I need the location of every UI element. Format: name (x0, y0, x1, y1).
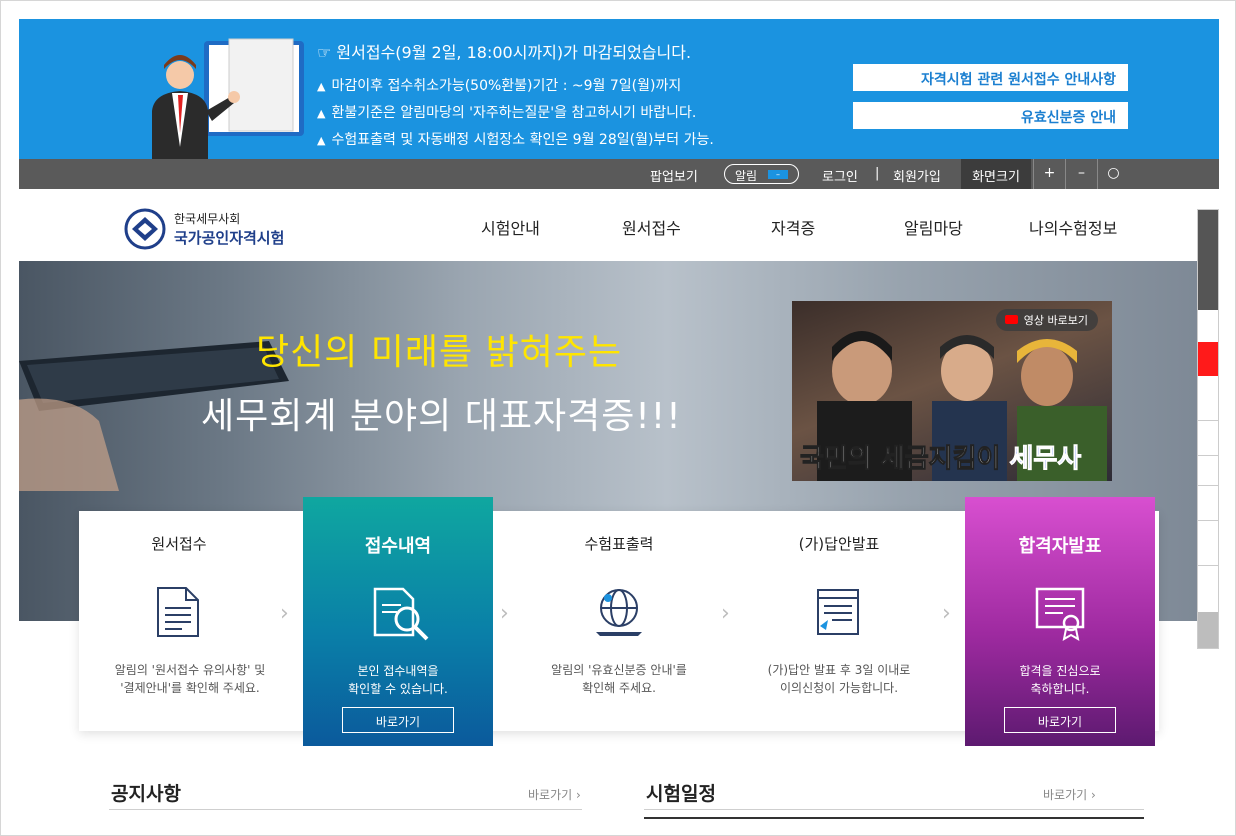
valid-id-guide-button[interactable]: 유효신분증 안내 (853, 102, 1128, 129)
schedule-more-link[interactable]: 바로가기 › (1043, 786, 1096, 803)
video-caption: 국민의 세금지킴이 세무사 (799, 444, 1082, 475)
popup-view-link[interactable]: 팝업보기 (650, 166, 698, 185)
card-pass-announcement[interactable]: 합격자발표 합격을 진심으로 축하합니다. 바로가기 (965, 497, 1155, 746)
logo-org-name: 한국세무사회 (174, 212, 241, 226)
nav-certificate[interactable]: 자격증 (771, 215, 815, 239)
notice-bullet: ▲ 마감이후 접수취소가능(50%환불)기간 : ~9월 7일(월)까지 (317, 78, 682, 94)
hero-headline-1: 당신의 미래를 밝혀주는 (256, 332, 623, 373)
utility-bar: 팝업보기 알림 – 로그인 | 회원가입 화면크기 + – ○ (19, 159, 1219, 189)
chevron-right-icon: › (721, 601, 730, 626)
zoom-out-button[interactable]: – (1065, 159, 1097, 189)
card-admission-ticket-desc: 알림의 '유효신분증 안내'를 확인해 주세요. (551, 663, 687, 695)
card-receipt-history[interactable]: 접수내역 본인 접수내역을 확인할 수 있습니다. 바로가기 (303, 497, 493, 746)
answer-sheet-icon (817, 589, 859, 635)
zoom-in-button[interactable]: + (1033, 159, 1065, 189)
page-frame: ☞ 원서접수(9월 2일, 18:00시까지)가 마감되었습니다. ▲ 마감이후 … (0, 0, 1236, 836)
triangle-icon: ▲ (317, 80, 326, 93)
alarm-toggle[interactable]: 알림 – (724, 164, 799, 184)
search-document-icon (373, 587, 429, 641)
card-answer-release-desc: (가)답안 발표 후 3일 이내로 이의신청이 가능합니다. (767, 663, 911, 695)
alarm-switch: – (768, 170, 788, 179)
chevron-right-icon: › (500, 601, 509, 626)
util-separator: | (875, 166, 880, 181)
card-application[interactable]: 원서접수 (79, 533, 279, 554)
card-admission-ticket[interactable]: 수험표출력 (509, 533, 729, 554)
presenter-illustration (152, 38, 304, 159)
notices-divider (109, 809, 582, 810)
nav-application[interactable]: 원서접수 (622, 215, 681, 239)
quick-menu-edge[interactable] (1197, 209, 1219, 649)
notice-banner: ☞ 원서접수(9월 2일, 18:00시까지)가 마감되었습니다. ▲ 마감이후 … (19, 19, 1219, 159)
promo-video-thumbnail[interactable]: 영상 바로보기 국민의 세금지킴이 세무사 (792, 301, 1112, 481)
hero-headline-2: 세무회계 분야의 대표자격증!!! (201, 396, 682, 437)
schedule-divider (644, 809, 1144, 810)
watch-video-badge[interactable]: 영상 바로보기 (995, 309, 1098, 331)
globe-laptop-icon (596, 589, 642, 636)
login-link[interactable]: 로그인 (822, 166, 858, 185)
receipt-history-go-button[interactable]: 바로가기 (342, 707, 454, 733)
nav-my-exam-info[interactable]: 나의수험정보 (1029, 215, 1117, 239)
triangle-icon: ▲ (317, 107, 326, 120)
notices-more-link[interactable]: 바로가기 › (528, 786, 581, 803)
pass-announcement-go-button[interactable]: 바로가기 (1004, 707, 1116, 733)
zoom-reset-button[interactable]: ○ (1097, 159, 1129, 189)
notice-headline: ☞ 원서접수(9월 2일, 18:00시까지)가 마감되었습니다. (317, 43, 692, 62)
chevron-right-icon: › (280, 601, 289, 626)
triangle-icon: ▲ (317, 134, 326, 147)
document-icon (157, 587, 199, 637)
section-title-schedule: 시험일정 (646, 783, 716, 805)
notice-bullet: ▲ 환불기준은 알림마당의 '자주하는질문'을 참고하시기 바랍니다. (317, 105, 697, 121)
exam-application-guide-button[interactable]: 자격시험 관련 원서접수 안내사항 (853, 64, 1128, 91)
site-logo[interactable]: 한국세무사회 국가공인자격시험 (124, 208, 314, 250)
notice-bullet: ▲ 수험표출력 및 자동배정 시험장소 확인은 9월 28일(월)부터 가능. (317, 132, 714, 148)
youtube-icon (1004, 315, 1018, 324)
schedule-top-border (644, 817, 1144, 819)
section-title-notices: 공지사항 (111, 783, 181, 805)
card-application-desc: 알림의 '원서접수 유의사항' 및 '결제안내'를 확인해 주세요. (114, 663, 266, 695)
chevron-right-icon: › (942, 601, 951, 626)
screen-size-label: 화면크기 (961, 159, 1031, 189)
nav-exam-guide[interactable]: 시험안내 (481, 215, 540, 239)
certificate-icon (1035, 587, 1085, 641)
logo-title: 국가공인자격시험 (174, 229, 285, 247)
nav-notice-board[interactable]: 알림마당 (904, 215, 963, 239)
signup-link[interactable]: 회원가입 (893, 166, 941, 185)
card-answer-release[interactable]: (가)답안발표 (729, 533, 949, 554)
logo-emblem-icon (124, 208, 166, 250)
